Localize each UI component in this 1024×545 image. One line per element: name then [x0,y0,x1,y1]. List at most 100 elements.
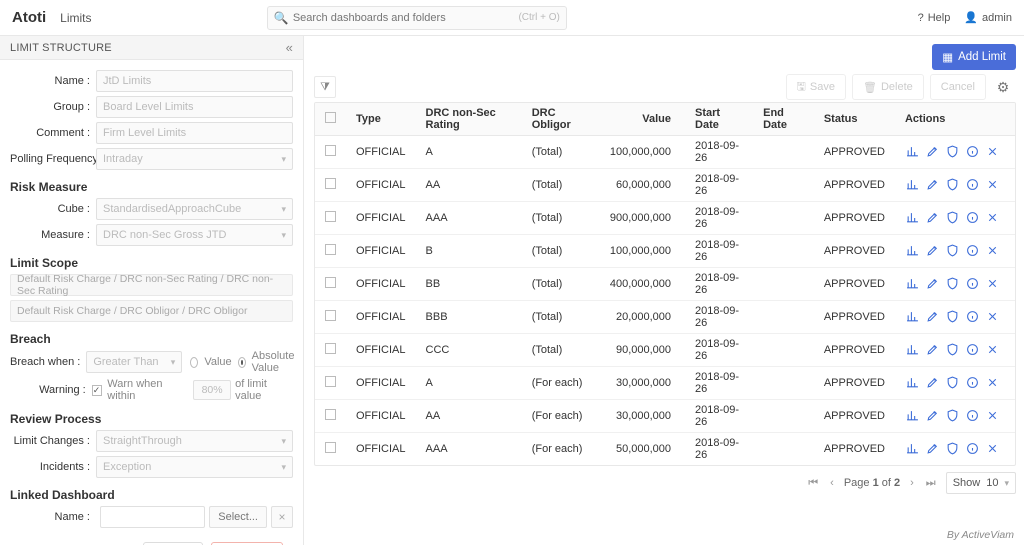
row-shield-action[interactable] [945,209,961,225]
row-delete-action[interactable] [985,176,1001,192]
row-checkbox[interactable] [325,244,336,255]
row-delete-action[interactable] [985,143,1001,159]
search-input[interactable] [293,12,519,24]
row-info-action[interactable] [965,407,981,423]
warning-checkbox[interactable] [92,385,103,396]
incidents-select[interactable]: Exception▾ [96,456,293,478]
row-info-action[interactable] [965,374,981,390]
col-type[interactable]: Type [346,103,416,136]
row-edit-action[interactable] [925,440,941,456]
page-next[interactable]: › [908,477,916,489]
row-edit-action[interactable] [925,341,941,357]
poll-freq-select[interactable]: Intraday▾ [96,148,293,170]
row-checkbox[interactable] [325,442,336,453]
filter-button[interactable]: ⧩ [314,76,336,98]
cube-select[interactable]: StandardisedApproachCube▾ [96,198,293,220]
scope-entry[interactable]: Default Risk Charge / DRC Obligor / DRC … [10,300,293,322]
group-input[interactable]: Board Level Limits [96,96,293,118]
row-info-action[interactable] [965,308,981,324]
add-limit-button[interactable]: ▦Add Limit [932,44,1016,70]
row-delete-action[interactable] [985,242,1001,258]
breadcrumb[interactable]: Limits [60,11,91,25]
row-shield-action[interactable] [945,242,961,258]
row-edit-action[interactable] [925,176,941,192]
row-edit-action[interactable] [925,374,941,390]
page-last[interactable]: ⏭ [924,477,938,490]
col-end-date[interactable]: End Date [753,103,814,136]
table-cancel-button[interactable]: Cancel [930,74,986,100]
col-rating[interactable]: DRC non-Sec Rating [416,103,522,136]
measure-select[interactable]: DRC non-Sec Gross JTD▾ [96,224,293,246]
row-delete-action[interactable] [985,407,1001,423]
row-chart-action[interactable] [905,407,921,423]
row-edit-action[interactable] [925,242,941,258]
row-edit-action[interactable] [925,308,941,324]
row-chart-action[interactable] [905,374,921,390]
row-checkbox[interactable] [325,145,336,156]
breach-value-radio[interactable] [190,357,198,368]
select-all-checkbox[interactable] [325,112,336,123]
row-checkbox[interactable] [325,409,336,420]
row-chart-action[interactable] [905,308,921,324]
row-checkbox[interactable] [325,376,336,387]
col-obligor[interactable]: DRC Obligor [522,103,600,136]
row-info-action[interactable] [965,209,981,225]
row-edit-action[interactable] [925,209,941,225]
limit-changes-select[interactable]: StraightThrough▾ [96,430,293,452]
row-shield-action[interactable] [945,341,961,357]
user-menu[interactable]: 👤admin [964,11,1012,24]
row-info-action[interactable] [965,242,981,258]
row-delete-action[interactable] [985,275,1001,291]
row-info-action[interactable] [965,440,981,456]
row-checkbox[interactable] [325,277,336,288]
page-prev[interactable]: ‹ [828,477,836,489]
row-delete-action[interactable] [985,209,1001,225]
row-shield-action[interactable] [945,143,961,159]
linked-name-input[interactable] [100,506,205,528]
row-shield-action[interactable] [945,374,961,390]
global-search[interactable]: 🔍 (Ctrl + O) [267,6,567,30]
help-link[interactable]: ?Help [918,12,951,24]
row-shield-action[interactable] [945,407,961,423]
page-size-select[interactable]: Show 10▾ [946,472,1016,494]
row-checkbox[interactable] [325,310,336,321]
table-save-button[interactable]: 🖫Save [786,74,846,100]
name-input[interactable]: JtD Limits [96,70,293,92]
linked-select-button[interactable]: Select... [209,506,267,528]
table-delete-button[interactable]: 🗑Delete [852,74,924,100]
breach-when-select[interactable]: Greater Than▾ [86,351,182,373]
row-chart-action[interactable] [905,341,921,357]
row-info-action[interactable] [965,275,981,291]
collapse-icon[interactable]: « [286,40,293,55]
row-delete-action[interactable] [985,308,1001,324]
row-chart-action[interactable] [905,275,921,291]
col-value[interactable]: Value [600,103,685,136]
row-chart-action[interactable] [905,209,921,225]
comment-input[interactable]: Firm Level Limits [96,122,293,144]
row-shield-action[interactable] [945,308,961,324]
row-checkbox[interactable] [325,178,336,189]
row-shield-action[interactable] [945,275,961,291]
linked-remove-button[interactable]: × [271,506,293,528]
scope-entry[interactable]: Default Risk Charge / DRC non-Sec Rating… [10,274,293,296]
col-start-date[interactable]: Start Date [685,103,753,136]
col-status[interactable]: Status [814,103,895,136]
row-chart-action[interactable] [905,440,921,456]
row-info-action[interactable] [965,176,981,192]
row-delete-action[interactable] [985,341,1001,357]
row-chart-action[interactable] [905,143,921,159]
row-chart-action[interactable] [905,242,921,258]
row-edit-action[interactable] [925,407,941,423]
row-shield-action[interactable] [945,176,961,192]
row-edit-action[interactable] [925,143,941,159]
row-edit-action[interactable] [925,275,941,291]
row-checkbox[interactable] [325,343,336,354]
row-shield-action[interactable] [945,440,961,456]
table-settings-button[interactable]: ⚙ [992,76,1014,98]
row-info-action[interactable] [965,143,981,159]
warning-percent-input[interactable] [193,380,231,400]
row-checkbox[interactable] [325,211,336,222]
row-info-action[interactable] [965,341,981,357]
row-delete-action[interactable] [985,440,1001,456]
row-chart-action[interactable] [905,176,921,192]
